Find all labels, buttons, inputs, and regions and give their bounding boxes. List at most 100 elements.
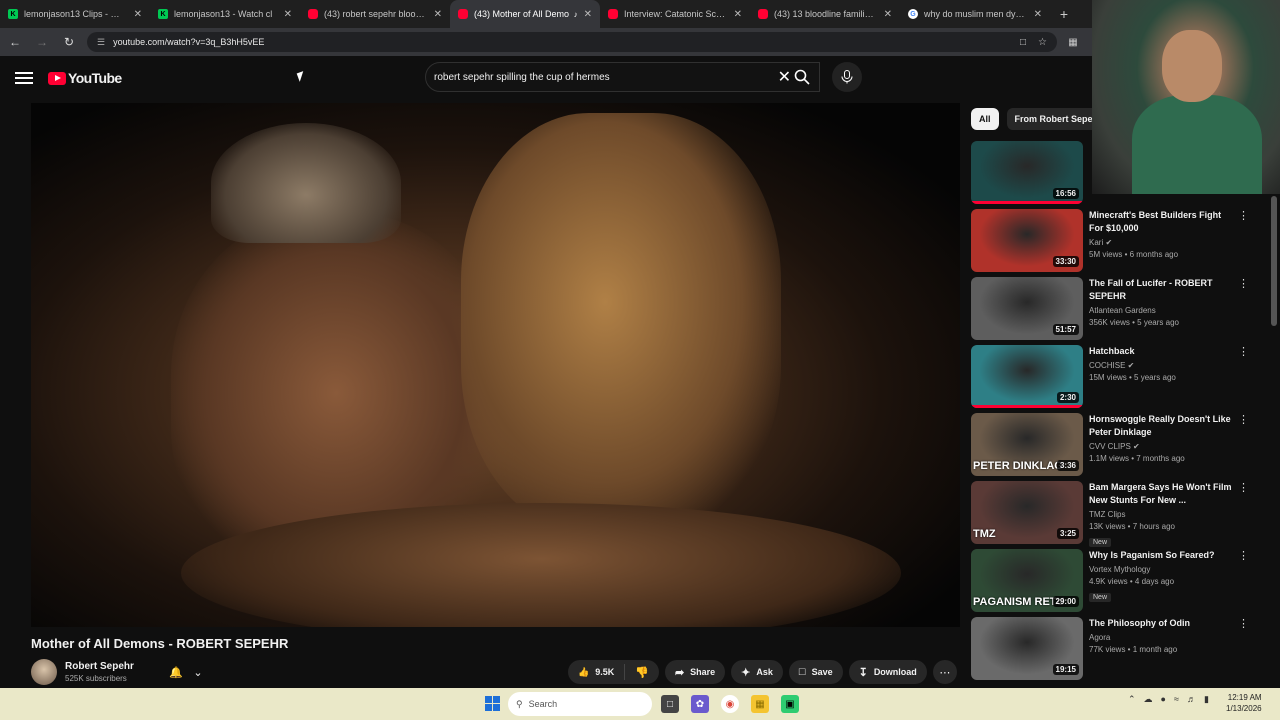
address-bar[interactable]: ☰ youtube.com/watch?v=3q_B3hH5vEE □ ☆ [87, 32, 1057, 52]
menu-icon[interactable] [12, 66, 36, 90]
video-actions: 👍 9.5K 👎 ➦ Share ✦ Ask □ Save ↧ Download ⋯ [568, 660, 957, 684]
more-options-icon[interactable]: ⋮ [1238, 549, 1249, 562]
recommended-video[interactable]: PAGANISM RETU 29:00 Why Is Paganism So Fea… [971, 549, 1251, 617]
recommended-video-title[interactable]: Hatchback [1089, 345, 1233, 358]
video-thumbnail[interactable]: PETER DINKLAG 3:36 [971, 413, 1083, 476]
ask-button[interactable]: ✦ Ask [731, 660, 783, 684]
chrome-icon[interactable]: ◉ [721, 695, 739, 713]
new-tab-button[interactable]: + [1050, 0, 1078, 28]
dislike-button[interactable]: 👎 [625, 666, 659, 679]
recommended-video-meta: 356K views • 5 years ago [1089, 318, 1179, 327]
extensions-icon[interactable]: ▦ [1063, 32, 1083, 52]
save-button[interactable]: □ Save [788, 660, 843, 684]
close-tab-icon[interactable]: ✕ [584, 9, 592, 20]
recommended-video[interactable]: 19:15 The Philosophy of Odin Agora 77K view… [971, 617, 1251, 685]
more-options-icon[interactable]: ⋮ [1238, 481, 1249, 494]
browser-tab[interactable]: (43) robert sepehr bloodline ✕ [300, 0, 450, 28]
browser-tab[interactable]: Interview: Catatonic Schizoph ✕ [600, 0, 750, 28]
channel-name[interactable]: Robert Sepehr [65, 661, 134, 672]
recommended-video[interactable]: 33:30 Minecraft's Best Builders Fight For… [971, 209, 1251, 277]
close-tab-icon[interactable]: ✕ [284, 9, 292, 20]
audio-playing-icon[interactable]: ♪ [574, 10, 578, 19]
video-thumbnail[interactable]: 51:57 [971, 277, 1083, 340]
new-badge: New [1089, 538, 1112, 547]
site-info-icon[interactable]: ☰ [97, 37, 105, 48]
windows-start-icon[interactable] [485, 696, 500, 711]
recommended-video-title[interactable]: The Fall of Lucifer - ROBERT SEPEHR [1089, 277, 1233, 303]
youtube-logo[interactable]: YouTube [48, 70, 122, 86]
ask-label: Ask [756, 667, 773, 677]
task-view-icon[interactable]: □ [661, 695, 679, 713]
share-button[interactable]: ➦ Share [664, 660, 726, 684]
more-options-icon[interactable]: ⋮ [1238, 209, 1249, 222]
recommended-video-title[interactable]: The Philosophy of Odin [1089, 617, 1233, 630]
taskbar-search[interactable]: ⚲ Search [508, 692, 652, 716]
copilot-icon[interactable]: ✿ [691, 695, 709, 713]
more-options-icon[interactable]: ⋮ [1238, 345, 1249, 358]
video-thumbnail[interactable]: 2:30 [971, 345, 1083, 408]
reload-button[interactable]: ↻ [57, 30, 81, 54]
bookmark-star-icon[interactable]: ☆ [1038, 37, 1047, 48]
recommended-channel-name[interactable]: Agora [1089, 633, 1233, 642]
recommended-channel-name[interactable]: COCHISE ✔ [1089, 361, 1233, 370]
browser-tab[interactable]: Gwhy do muslim men dye the ✕ [900, 0, 1050, 28]
forward-button[interactable]: → [30, 30, 54, 54]
more-options-icon[interactable]: ⋮ [1238, 277, 1249, 290]
close-tab-icon[interactable]: ✕ [734, 9, 742, 20]
browser-tab[interactable]: Klemonjason13 - Watch cl ✕ [150, 0, 300, 28]
wifi-icon[interactable]: ≈ [1174, 694, 1179, 705]
taskbar-clock[interactable]: 12:19 AM 1/13/2026 [1226, 692, 1262, 714]
install-app-icon[interactable]: □ [1020, 37, 1026, 48]
thumbnail-text: TMZ [973, 528, 996, 540]
recommended-channel-name[interactable]: Kari ✔ [1089, 238, 1233, 247]
recommended-video-title[interactable]: Minecraft's Best Builders Fight For $10,… [1089, 209, 1233, 235]
browser-tab[interactable]: (43) Mother of All Demo ♪ ✕ [450, 0, 600, 28]
microphone-icon[interactable]: ● [1161, 694, 1166, 705]
speaker-icon[interactable]: ♬ [1187, 694, 1196, 705]
channel-name-text: TMZ Clips [1089, 510, 1126, 519]
video-thumbnail[interactable]: TMZ 3:25 [971, 481, 1083, 544]
page-scrollbar[interactable] [1271, 196, 1277, 326]
recommended-video-title[interactable]: Why Is Paganism So Feared? [1089, 549, 1233, 562]
battery-icon[interactable]: ▮ [1204, 694, 1209, 705]
file-explorer-icon[interactable]: ▦ [751, 695, 769, 713]
browser-tab[interactable]: Klemonjason13 Clips - Watch ✕ [0, 0, 150, 28]
more-actions-button[interactable]: ⋯ [932, 660, 957, 684]
recommended-channel-name[interactable]: CVV CLIPS ✔ [1089, 442, 1233, 451]
video-thumbnail[interactable]: 16:56 [971, 141, 1083, 204]
recommended-channel-name[interactable]: Vortex Mythology [1089, 565, 1233, 574]
recommended-video-title[interactable]: Hornswoggle Really Doesn't Like Peter Di… [1089, 413, 1233, 439]
close-tab-icon[interactable]: ✕ [1034, 9, 1042, 20]
recommended-video[interactable]: 2:30 Hatchback COCHISE ✔ 15M views • 5 year… [971, 345, 1251, 413]
recommended-video[interactable]: 51:57 The Fall of Lucifer - ROBERT SEPEHR… [971, 277, 1251, 345]
video-duration: 3:36 [1056, 460, 1079, 471]
url-text: youtube.com/watch?v=3q_B3hH5vEE [113, 37, 265, 47]
recommended-channel-name[interactable]: Atlantean Gardens [1089, 306, 1233, 315]
video-player[interactable] [31, 103, 960, 627]
recommended-channel-name[interactable]: TMZ Clips [1089, 510, 1233, 519]
back-button[interactable]: ← [3, 30, 27, 54]
like-button[interactable]: 👍 9.5K [568, 664, 626, 680]
more-options-icon[interactable]: ⋮ [1238, 413, 1249, 426]
recommended-video[interactable]: TMZ 3:25 Bam Margera Says He Won't Film Ne… [971, 481, 1251, 549]
browser-tab[interactable]: (43) 13 bloodline families - Y ✕ [750, 0, 900, 28]
chevron-up-icon[interactable]: ⌃ [1128, 694, 1136, 705]
more-options-icon[interactable]: ⋮ [1238, 617, 1249, 630]
close-tab-icon[interactable]: ✕ [884, 9, 892, 20]
channel-avatar[interactable] [31, 659, 57, 685]
download-button[interactable]: ↧ Download [848, 660, 927, 684]
chip-all[interactable]: All [971, 108, 999, 130]
recommended-video-title[interactable]: Bam Margera Says He Won't Film New Stunt… [1089, 481, 1233, 507]
app-icon[interactable]: ▣ [781, 695, 799, 713]
close-tab-icon[interactable]: ✕ [134, 9, 142, 20]
close-tab-icon[interactable]: ✕ [434, 9, 442, 20]
recommended-video[interactable]: PETER DINKLAG 3:36 Hornswoggle Really Does… [971, 413, 1251, 481]
network-status-icon[interactable]: ☁ [1144, 694, 1153, 705]
search-input[interactable]: robert sepehr spilling the cup of hermes… [425, 62, 820, 92]
video-thumbnail[interactable]: PAGANISM RETU 29:00 [971, 549, 1083, 612]
search-button[interactable] [784, 62, 820, 92]
video-thumbnail[interactable]: 19:15 [971, 617, 1083, 680]
video-thumbnail[interactable]: 33:30 [971, 209, 1083, 272]
voice-search-button[interactable] [832, 62, 862, 92]
notification-bell-button[interactable]: 🔔 ⌄ [164, 660, 208, 684]
